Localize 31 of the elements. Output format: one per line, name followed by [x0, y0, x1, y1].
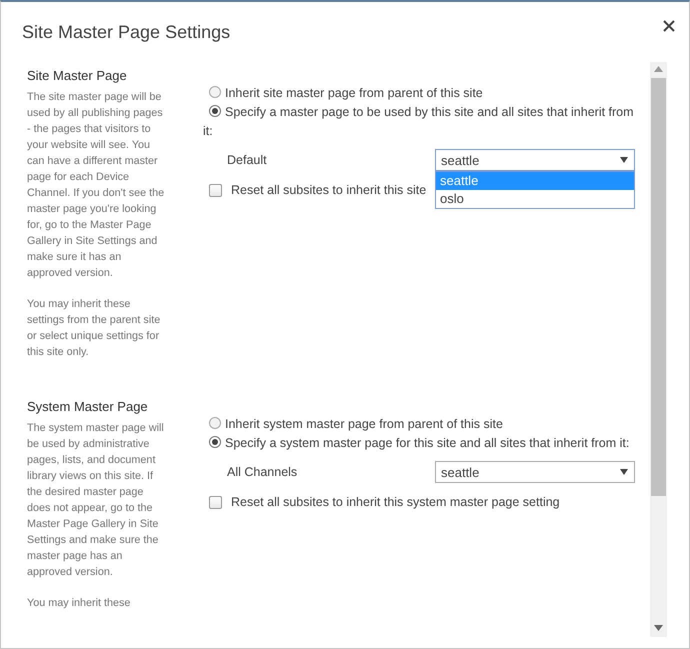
master-page-dropdown[interactable]: seattle [435, 461, 635, 483]
channel-label: All Channels [227, 465, 298, 479]
section-heading: System Master Page [27, 399, 149, 414]
radio-option[interactable]: Specify a system master page for this site and all sites that inherit from it: [203, 434, 635, 453]
close-icon[interactable] [663, 20, 675, 32]
channel-label: Default [227, 153, 267, 167]
scrollbar[interactable] [650, 62, 667, 637]
caret-icon [620, 469, 628, 475]
radio-option[interactable]: Specify a master page to be used by this site and all sites that inherit from it: [203, 103, 635, 141]
radio-button[interactable] [209, 105, 221, 117]
checkbox[interactable] [209, 496, 222, 508]
dialog-title: Site Master Page Settings [22, 22, 230, 43]
section-description: The system master page will be used by administrative pages, lists, and document library views on this site. If the desired master page does not appear, go to the Master Page Gallery in Site Settings and make sure the master page has an approved version. [27, 421, 165, 580]
radio-button[interactable] [209, 436, 221, 448]
caret-icon [620, 157, 628, 163]
radio-button[interactable] [209, 417, 221, 429]
checkbox-label[interactable]: Reset all subsites to inherit this site [231, 183, 426, 197]
checkbox[interactable] [209, 184, 222, 196]
radio-option[interactable]: Inherit system master page from parent of this site [203, 415, 635, 434]
scroll-down-icon[interactable] [654, 625, 663, 631]
scrollbar-thumb[interactable] [651, 78, 666, 496]
section-heading: Site Master Page [27, 68, 128, 83]
section-description: You may inherit these settings from the parent site or select unique settings for this site only. [27, 297, 162, 360]
radio-option[interactable]: Inherit site master page from parent of this site [203, 84, 635, 103]
scroll-up-icon[interactable] [654, 66, 663, 72]
section-description: The site master page will be used by all publishing pages - the pages that visitors to your website will see. You can have a different master page for each Device Channel. If you don't see the master page you're looking for, go to the Master Page Gallery in Site Settings and make sure it has an approved version. [27, 90, 166, 281]
checkbox-label[interactable]: Reset all subsites to inherit this system master page setting [231, 495, 560, 509]
dropdown-option[interactable]: oslo [436, 190, 634, 208]
master-page-dropdown[interactable]: seattle [435, 149, 635, 171]
radio-button[interactable] [209, 86, 221, 98]
section-description: You may inherit these [27, 596, 132, 611]
